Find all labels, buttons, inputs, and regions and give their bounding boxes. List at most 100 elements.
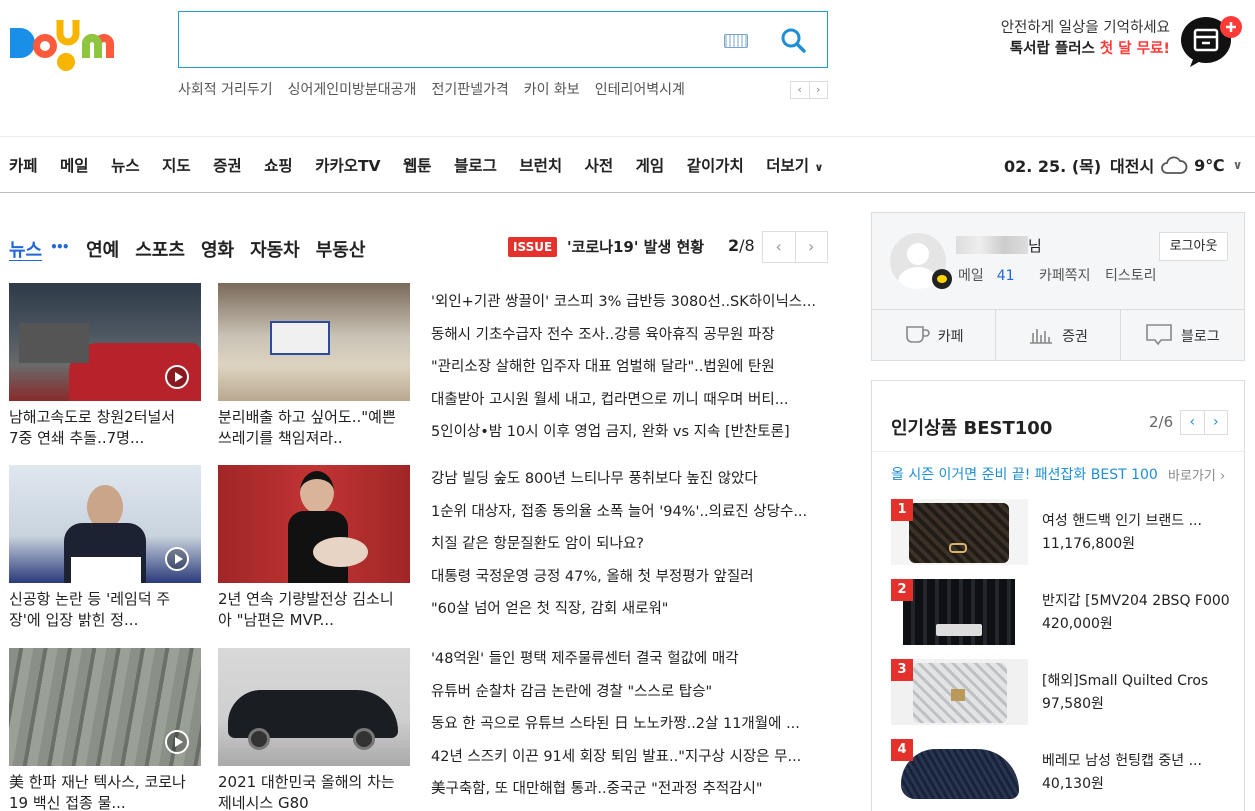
- best100-subtitle[interactable]: 올 시즌 이거면 준비 끝! 패션잡화 BEST 100: [891, 464, 1158, 484]
- headline-link[interactable]: "관리소장 살해한 입주자 대표 엄벌해 달라"..법원에 탄원: [431, 351, 826, 384]
- nav-brunch[interactable]: 브런치: [519, 154, 562, 176]
- news-photo-card[interactable]: 남해고속도로 창원2터널서 7중 연쇄 추돌..7명...: [9, 283, 201, 449]
- headline-link[interactable]: "60살 넘어 얻은 첫 직장, 감회 새로워": [431, 593, 826, 626]
- nav-more[interactable]: 더보기 ∨: [766, 154, 823, 176]
- headline-link[interactable]: '외인+기관 쌍끌이' 코스피 3% 급반등 3080선..SK하이닉스...: [431, 286, 826, 319]
- search-input[interactable]: [189, 24, 709, 56]
- nav-game[interactable]: 게임: [636, 154, 665, 176]
- news-caption[interactable]: 美 한파 재난 텍사스, 코로나19 백신 접종 물...: [9, 772, 189, 811]
- news-thumbnail[interactable]: [218, 465, 410, 583]
- nav-blog[interactable]: 블로그: [454, 154, 497, 176]
- tab-car[interactable]: 자동차: [250, 236, 300, 262]
- nav-mail[interactable]: 메일: [60, 154, 89, 176]
- mail-link[interactable]: 메일 41: [958, 268, 1025, 284]
- news-photo-card[interactable]: 美 한파 재난 텍사스, 코로나19 백신 접종 물...: [9, 648, 201, 811]
- news-thumbnail[interactable]: [218, 648, 410, 766]
- news-photo-card[interactable]: 2년 연속 기량발전상 김소니아 "남편은 MVP...: [218, 465, 410, 631]
- service-label: 카페: [937, 328, 964, 345]
- search-button[interactable]: [777, 24, 811, 58]
- tab-sports[interactable]: 스포츠: [135, 236, 185, 262]
- tab-movie[interactable]: 영화: [201, 236, 234, 262]
- keyword-link[interactable]: 싱어게인미방분대공개: [288, 82, 417, 98]
- prev-keyword-button[interactable]: ‹: [791, 82, 810, 98]
- service-blog[interactable]: 블로그: [1119, 310, 1244, 361]
- product-item[interactable]: 2 반지갑 [5MV204 2BSQ F000 420,000원: [891, 579, 1231, 645]
- service-stock[interactable]: 증권: [995, 310, 1119, 361]
- next-button[interactable]: ›: [1205, 411, 1228, 434]
- news-caption[interactable]: 남해고속도로 창원2터널서 7중 연쇄 추돌..7명...: [9, 407, 189, 449]
- promo-line1: 안전하게 일상을 기억하세요: [1000, 20, 1170, 36]
- service-cafe[interactable]: 카페: [872, 310, 995, 361]
- next-button[interactable]: ›: [796, 232, 828, 262]
- headline-link[interactable]: '48억원' 들인 평택 제주물류센터 결국 헐값에 매각: [431, 643, 826, 676]
- keyboard-icon[interactable]: [724, 34, 748, 48]
- shortcut-link[interactable]: 바로가기 ›: [1168, 465, 1225, 484]
- rank-badge: 4: [891, 739, 913, 761]
- headline-link[interactable]: 동요 한 곡으로 유튜브 스타된 日 노노카짱..2살 11개월에 ...: [431, 708, 826, 741]
- tab-realestate[interactable]: 부동산: [316, 236, 366, 262]
- news-thumbnail[interactable]: [9, 648, 201, 766]
- headline-link[interactable]: 5인이상•밤 10시 이후 영업 금지, 완화 vs 지속 [반찬토론]: [431, 416, 826, 449]
- cafe-note-link[interactable]: 카페쪽지: [1039, 268, 1091, 284]
- prev-button[interactable]: ‹: [763, 232, 796, 262]
- headline-link[interactable]: 강남 빌딩 숲도 800년 느티나무 풍취보다 높진 않았다: [431, 463, 826, 496]
- headline-link[interactable]: 대출받아 고시원 월세 내고, 컵라면으로 끼니 때우며 버티...: [431, 384, 826, 417]
- search-box[interactable]: [178, 11, 828, 68]
- blurred-username: [956, 236, 1028, 254]
- news-photo-card[interactable]: 신공항 논란 등 '레임덕 주장'에 입장 밝힌 정...: [9, 465, 201, 631]
- product-name: 반지갑 [5MV204 2BSQ F000: [1042, 593, 1230, 609]
- play-icon: [165, 730, 189, 754]
- tab-news[interactable]: 뉴스: [9, 236, 42, 262]
- rank-badge: 1: [891, 499, 913, 521]
- prev-button[interactable]: ‹: [1181, 411, 1205, 434]
- weather-widget[interactable]: 대전시 9℃ ∨: [1110, 153, 1242, 177]
- headline-link[interactable]: 42년 스즈키 이끈 91세 회장 퇴임 발표.."지구상 시장은 무...: [431, 741, 826, 774]
- headline-group: '48억원' 들인 평택 제주물류센터 결국 헐값에 매각 유튜버 순찰차 감금…: [431, 643, 826, 806]
- promo-highlight: 첫 달 무료!: [1099, 41, 1170, 57]
- daum-logo[interactable]: [8, 16, 158, 72]
- news-caption[interactable]: 분리배출 하고 싶어도.."예쁜 쓰레기를 책임져라..: [218, 407, 398, 449]
- keyword-link[interactable]: 인테리어벽시계: [595, 82, 685, 98]
- product-price: 40,130원: [1042, 776, 1104, 792]
- product-item[interactable]: 1 여성 핸드백 인기 브랜드 ... 11,176,800원: [891, 499, 1231, 565]
- headline-link[interactable]: 美구축함, 또 대만해협 통과..중국군 "전과정 추적감시": [431, 773, 826, 806]
- news-caption[interactable]: 2021 대한민국 올해의 차는 제네시스 G80: [218, 772, 398, 811]
- nav-webtoon[interactable]: 웹툰: [403, 154, 432, 176]
- news-thumbnail[interactable]: [9, 283, 201, 401]
- tistory-link[interactable]: 티스토리: [1105, 268, 1157, 284]
- nav-dictionary[interactable]: 사전: [585, 154, 614, 176]
- issue-title[interactable]: '코로나19' 발생 현황: [567, 236, 704, 257]
- news-photo-card[interactable]: 2021 대한민국 올해의 차는 제네시스 G80: [218, 648, 410, 811]
- nav-shopping[interactable]: 쇼핑: [264, 154, 293, 176]
- product-item[interactable]: 3 [해외]Small Quilted Cros 97,580원: [891, 659, 1231, 725]
- news-photo-card[interactable]: 분리배출 하고 싶어도.."예쁜 쓰레기를 책임져라..: [218, 283, 410, 449]
- account-links: 메일 41 카페쪽지 티스토리: [958, 265, 1167, 285]
- blog-icon: [1145, 322, 1173, 350]
- headline-link[interactable]: 치질 같은 항문질환도 암이 되나요?: [431, 528, 826, 561]
- news-caption[interactable]: 신공항 논란 등 '레임덕 주장'에 입장 밝힌 정...: [9, 589, 189, 631]
- nav-map[interactable]: 지도: [162, 154, 191, 176]
- keyword-link[interactable]: 전기판넬가격: [431, 82, 508, 98]
- product-item[interactable]: 4 베레모 남성 헌팅캡 중년 ... 40,130원: [891, 739, 1231, 805]
- keyword-link[interactable]: 사회적 거리두기: [178, 82, 273, 98]
- next-keyword-button[interactable]: ›: [810, 82, 828, 98]
- chevron-down-icon[interactable]: ∨: [1233, 158, 1243, 172]
- talk-drawer-promo[interactable]: 안전하게 일상을 기억하세요 톡서랍 플러스 첫 달 무료!: [960, 18, 1170, 60]
- talk-drawer-icon[interactable]: [1180, 15, 1246, 69]
- headline-link[interactable]: 유튜버 순찰차 감금 논란에 경찰 "스스로 탑승": [431, 676, 826, 709]
- keyword-link[interactable]: 카이 화보: [524, 82, 580, 98]
- news-thumbnail[interactable]: [9, 465, 201, 583]
- nav-together[interactable]: 같이가치: [687, 154, 744, 176]
- tab-entertainment[interactable]: 연예: [86, 236, 119, 262]
- news-caption[interactable]: 2년 연속 기량발전상 김소니아 "남편은 MVP...: [218, 589, 398, 631]
- headline-link[interactable]: 대통령 국정운영 긍정 47%, 올해 첫 부정평가 앞질러: [431, 561, 826, 594]
- headline-link[interactable]: 1순위 대상자, 접종 동의율 소폭 늘어 '94%'..의료진 상당수...: [431, 496, 826, 529]
- nav-cafe[interactable]: 카페: [9, 154, 38, 176]
- best100-panel: 인기상품 BEST100 2/6 ‹ › 올 시즌 이거면 준비 끝! 패션잡화 …: [871, 380, 1245, 811]
- nav-news[interactable]: 뉴스: [111, 154, 140, 176]
- news-thumbnail[interactable]: [218, 283, 410, 401]
- headline-link[interactable]: 동해시 기초수급자 전수 조사..강릉 육아휴직 공무원 파장: [431, 319, 826, 352]
- logout-button[interactable]: 로그아웃: [1159, 232, 1228, 261]
- nav-stock[interactable]: 증권: [213, 154, 242, 176]
- nav-kakaotv[interactable]: 카카오TV: [315, 154, 380, 176]
